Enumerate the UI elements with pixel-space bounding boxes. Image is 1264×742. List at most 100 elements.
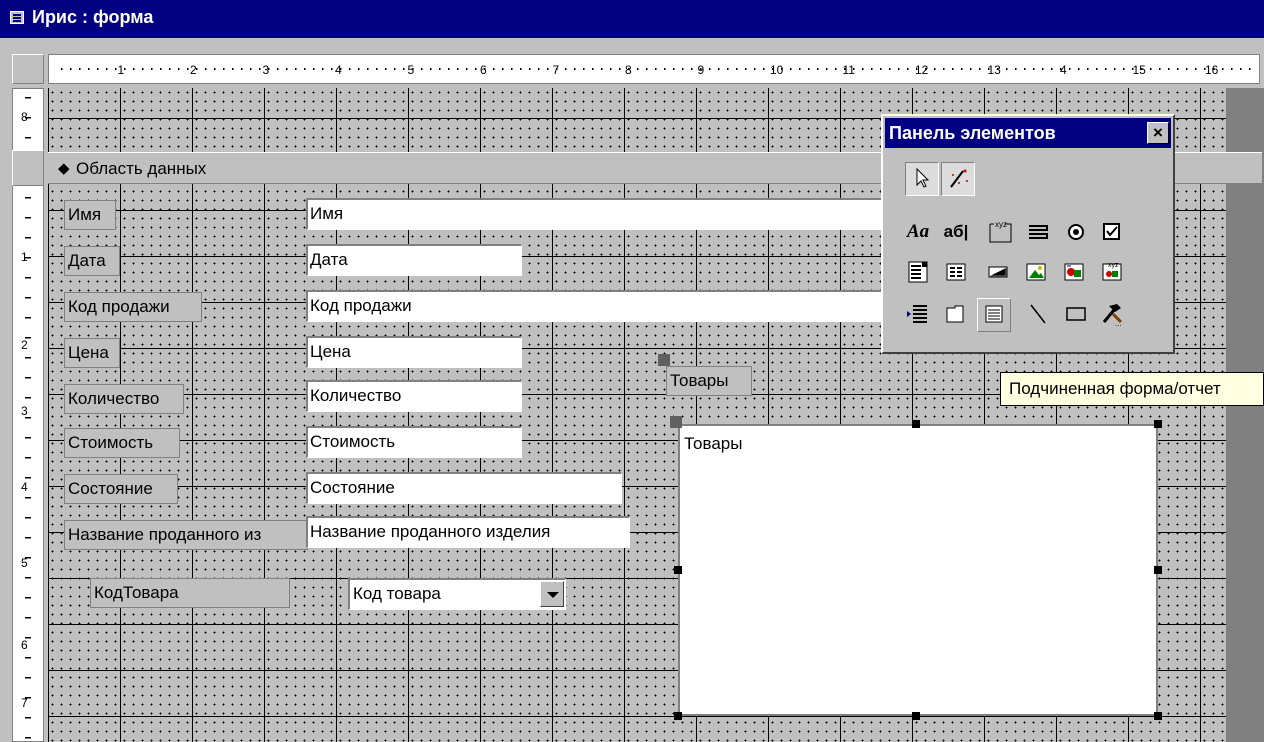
ruler-h-tick — [673, 68, 675, 70]
magic-wand-icon — [950, 169, 968, 188]
command-button-tool[interactable] — [981, 256, 1015, 290]
subform-resize-handle-left[interactable] — [674, 566, 682, 574]
ruler-v-tick — [25, 397, 31, 399]
toolbox-title-bar[interactable]: Панель элементов × — [885, 118, 1171, 148]
unbound-object-frame-tool[interactable] — [1057, 256, 1091, 290]
ruler-h-tick — [304, 68, 306, 70]
bound-object-frame-tool[interactable]: xyz — [1095, 256, 1129, 290]
label-sale-code[interactable]: Код продажи — [64, 292, 202, 322]
subform-label[interactable]: Товары — [666, 366, 752, 396]
label-date[interactable]: Дата — [64, 246, 120, 276]
ruler-v-tick — [25, 637, 31, 639]
ruler-h-tick — [934, 68, 936, 70]
label-price[interactable]: Цена — [64, 338, 120, 368]
subform-resize-handle-bottom-right[interactable] — [1154, 712, 1162, 720]
pointer-icon — [916, 167, 930, 188]
label-quantity[interactable]: Количество — [64, 384, 184, 414]
check-box-tool[interactable] — [1095, 216, 1129, 250]
ruler-h-tick — [70, 68, 72, 70]
label-product-code[interactable]: КодТовара — [90, 578, 290, 608]
form-window-icon[interactable] — [10, 11, 24, 24]
subform-resize-handle-right[interactable] — [1154, 566, 1162, 574]
ruler-v-tick — [25, 717, 31, 719]
ruler-h-tick — [1060, 68, 1062, 70]
toolbox-close-button[interactable]: × — [1147, 122, 1169, 144]
combo-box-tool[interactable] — [901, 256, 935, 290]
horizontal-ruler[interactable]: 1234567891011121341516 — [48, 54, 1260, 84]
subform-move-handle[interactable] — [670, 416, 682, 428]
page-break-tool[interactable] — [901, 298, 935, 332]
ruler-v-tick — [25, 697, 31, 699]
section-arrow-icon: ◆ — [58, 160, 70, 177]
svg-text:...: ... — [1115, 319, 1122, 328]
ruler-h-tick — [646, 68, 648, 70]
rectangle-tool[interactable] — [1059, 298, 1093, 332]
subform-resize-handle-bottom[interactable] — [912, 712, 920, 720]
form-selector[interactable] — [12, 54, 44, 84]
ruler-h-tick — [466, 68, 468, 70]
field-cost[interactable]: Стоимость — [306, 426, 522, 458]
ruler-h-tick — [250, 68, 252, 70]
ruler-h-tick — [988, 68, 990, 70]
ruler-h-tick — [610, 68, 612, 70]
ruler-h-tick — [511, 68, 513, 70]
toggle-button-tool[interactable] — [1021, 216, 1055, 250]
ruler-h-tick — [655, 68, 657, 70]
toolbox-panel[interactable]: Панель элементов × Aa аб| xyz xyz ... — [881, 114, 1175, 354]
ruler-h-tick — [1006, 68, 1008, 70]
subform-resize-handle-top[interactable] — [912, 420, 920, 428]
subform-control[interactable]: Товары — [678, 424, 1158, 716]
ruler-h-tick — [772, 68, 774, 70]
subform-label-move-handle[interactable] — [658, 354, 670, 366]
ruler-h-tick — [1150, 68, 1152, 70]
option-button-tool[interactable] — [1059, 216, 1093, 250]
product-code-combo[interactable]: Код товара — [348, 578, 566, 610]
ruler-v-tick — [25, 677, 31, 679]
ruler-v-tick — [25, 537, 31, 539]
field-quantity[interactable]: Количество — [306, 380, 522, 412]
tab-control-tool[interactable] — [939, 298, 973, 332]
ruler-h-tick — [862, 68, 864, 70]
ruler-h-tick — [763, 68, 765, 70]
ruler-h-tick — [727, 68, 729, 70]
control-wizards-tool[interactable] — [941, 162, 975, 196]
label-product-name[interactable]: Название проданного из — [64, 520, 308, 550]
section-selector[interactable] — [12, 150, 44, 186]
field-sale-code[interactable]: Код продажи — [306, 290, 886, 322]
field-date[interactable]: Дата — [306, 244, 522, 276]
field-product-name[interactable]: Название проданного изделия — [306, 516, 630, 548]
field-name[interactable]: Имя — [306, 198, 886, 230]
ruler-v-label: 3 — [21, 404, 28, 418]
ruler-h-tick — [808, 68, 810, 70]
label-state[interactable]: Состояние — [64, 474, 178, 504]
text-box-tool[interactable]: аб| — [939, 216, 973, 250]
ruler-h-tick — [1069, 68, 1071, 70]
image-tool[interactable] — [1019, 256, 1053, 290]
field-state[interactable]: Состояние — [306, 472, 622, 504]
vertical-ruler[interactable]: 81234567 — [12, 88, 44, 742]
ruler-v-tick — [25, 657, 31, 659]
list-box-tool[interactable] — [939, 256, 973, 290]
label-tool[interactable]: Aa — [901, 216, 935, 250]
ruler-h-tick — [844, 68, 846, 70]
ruler-h-tick — [1051, 68, 1053, 70]
more-controls-tool[interactable]: ... — [1095, 298, 1129, 332]
field-price[interactable]: Цена — [306, 336, 522, 368]
ruler-v-tick — [25, 317, 31, 319]
ruler-h-tick — [349, 68, 351, 70]
ruler-h-tick — [223, 68, 225, 70]
label-name[interactable]: Имя — [64, 200, 116, 230]
subform-icon — [985, 305, 1003, 323]
line-tool[interactable] — [1021, 298, 1055, 332]
subform-subreport-tool[interactable] — [977, 298, 1011, 332]
select-objects-tool[interactable] — [905, 162, 939, 196]
unbound-object-icon — [1064, 263, 1084, 281]
ruler-h-tick — [187, 68, 189, 70]
subform-resize-handle-bottom-left[interactable] — [674, 712, 682, 720]
ruler-v-tick — [25, 217, 31, 219]
label-cost[interactable]: Стоимость — [64, 428, 180, 458]
option-group-tool[interactable]: xyz — [983, 216, 1017, 250]
combo-dropdown-arrow-icon[interactable] — [540, 581, 564, 607]
ruler-h-tick — [1078, 68, 1080, 70]
subform-resize-handle-top-right[interactable] — [1154, 420, 1162, 428]
